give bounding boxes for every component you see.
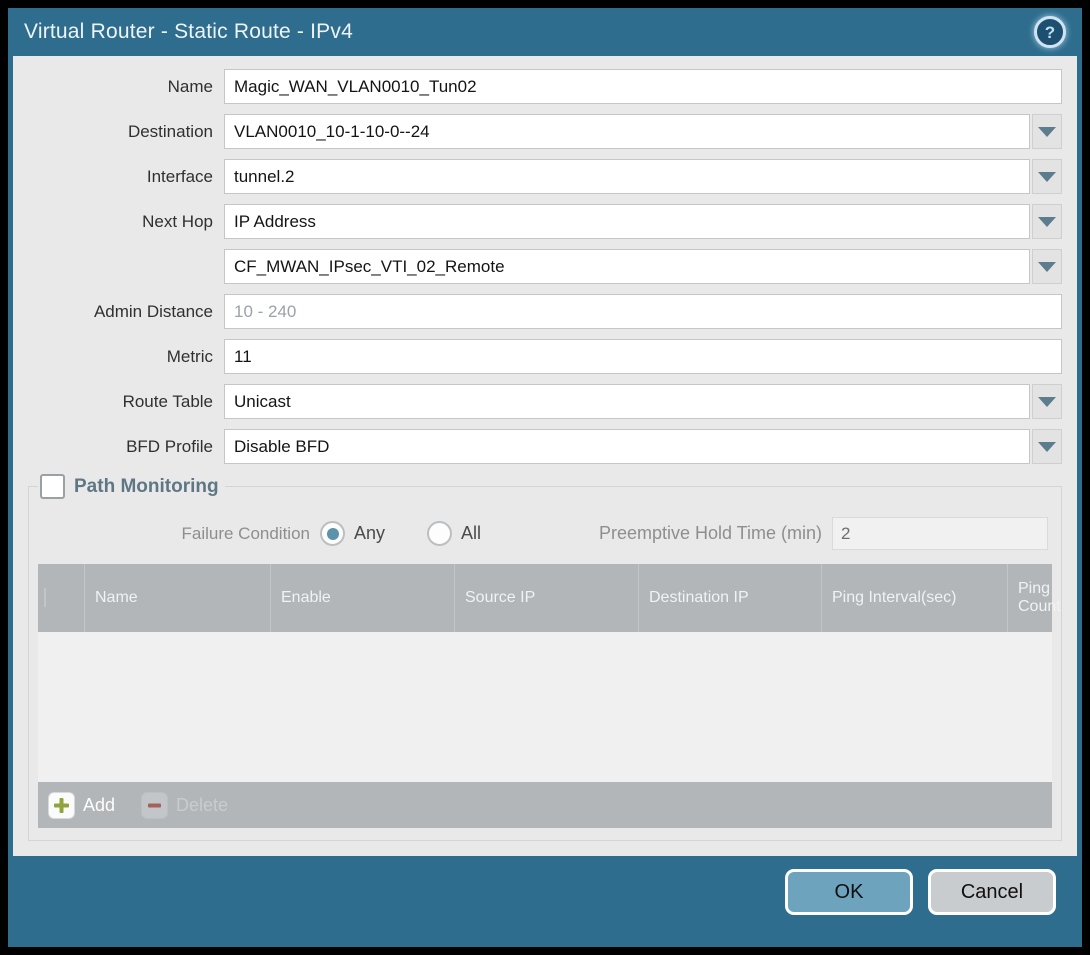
chevron-down-icon: [1038, 397, 1056, 407]
column-header-enable[interactable]: Enable: [271, 564, 455, 632]
failure-condition-row: Failure Condition Any All Preemptive Hol…: [38, 517, 1048, 550]
failure-condition-any-radio[interactable]: [320, 521, 345, 546]
dialog-window: Virtual Router - Static Route - IPv4 ? N…: [8, 8, 1082, 947]
path-monitoring-checkbox[interactable]: [40, 474, 65, 499]
failure-condition-label: Failure Condition: [38, 524, 320, 544]
next-hop-address-input[interactable]: [224, 249, 1030, 284]
route-table-input[interactable]: [224, 384, 1030, 419]
dialog-titlebar: Virtual Router - Static Route - IPv4 ?: [8, 8, 1082, 56]
dialog-title: Virtual Router - Static Route - IPv4: [24, 20, 1034, 44]
destination-label: Destination: [28, 122, 224, 142]
column-header-ping-interval[interactable]: Ping Interval(sec): [822, 564, 1008, 632]
form-row-route-table: Route Table: [28, 384, 1062, 419]
metric-label: Metric: [28, 347, 224, 367]
admin-distance-label: Admin Distance: [28, 302, 224, 322]
admin-distance-input[interactable]: [224, 294, 1062, 329]
column-header-ping-count[interactable]: Ping Count: [1008, 564, 1053, 632]
chevron-down-icon: [1038, 127, 1056, 137]
name-input[interactable]: [224, 69, 1062, 104]
dialog-footer: OK Cancel: [8, 856, 1082, 947]
route-table-label: Route Table: [28, 392, 224, 412]
select-all-header-cell: [38, 564, 85, 632]
route-table-combo: [224, 384, 1062, 419]
path-monitoring-table: Name Enable Source IP Destination IP Pin…: [38, 564, 1052, 632]
dialog-content: Name Destination Interface Next Hop: [13, 56, 1077, 856]
failure-condition-all-radio[interactable]: [427, 521, 452, 546]
failure-condition-all-label: All: [461, 523, 481, 544]
delete-button-label: Delete: [176, 795, 228, 816]
destination-dropdown-button[interactable]: [1032, 114, 1062, 149]
preemptive-hold-time-label: Preemptive Hold Time (min): [599, 523, 832, 544]
column-header-name[interactable]: Name: [85, 564, 271, 632]
form-row-admin-distance: Admin Distance: [28, 294, 1062, 329]
table-toolbar: Add Delete: [38, 782, 1052, 828]
interface-label: Interface: [28, 167, 224, 187]
chevron-down-icon: [1038, 217, 1056, 227]
bfd-profile-input[interactable]: [224, 429, 1030, 464]
chevron-down-icon: [1038, 442, 1056, 452]
add-button-label: Add: [83, 795, 115, 816]
form-row-name: Name: [28, 69, 1062, 104]
next-hop-type-dropdown-button[interactable]: [1032, 204, 1062, 239]
form-row-next-hop: Next Hop: [28, 204, 1062, 239]
ok-button[interactable]: OK: [785, 869, 913, 915]
path-monitoring-title: Path Monitoring: [74, 476, 219, 498]
next-hop-address-dropdown-button[interactable]: [1032, 249, 1062, 284]
chevron-down-icon: [1038, 172, 1056, 182]
next-hop-type-input[interactable]: [224, 204, 1030, 239]
minus-icon: [141, 792, 168, 819]
cancel-button[interactable]: Cancel: [928, 869, 1056, 915]
form-row-next-hop-address: [28, 249, 1062, 284]
destination-combo: [224, 114, 1062, 149]
next-hop-type-combo: [224, 204, 1062, 239]
bfd-profile-combo: [224, 429, 1062, 464]
add-button[interactable]: Add: [48, 792, 115, 819]
interface-input[interactable]: [224, 159, 1030, 194]
next-hop-label: Next Hop: [28, 212, 224, 232]
bfd-profile-label: BFD Profile: [28, 437, 224, 457]
delete-button[interactable]: Delete: [141, 792, 228, 819]
chevron-down-icon: [1038, 262, 1056, 272]
interface-combo: [224, 159, 1062, 194]
path-monitoring-legend: Path Monitoring: [38, 474, 225, 499]
table-header-row: Name Enable Source IP Destination IP Pin…: [38, 564, 1052, 632]
help-icon[interactable]: ?: [1034, 16, 1066, 48]
path-monitoring-section: Path Monitoring Failure Condition Any Al…: [28, 474, 1062, 841]
preemptive-hold-time-input[interactable]: [832, 517, 1048, 550]
plus-icon: [48, 792, 75, 819]
form-row-interface: Interface: [28, 159, 1062, 194]
select-all-checkbox[interactable]: [44, 588, 46, 607]
table-empty-body: [38, 632, 1052, 782]
radio-dot: [327, 528, 339, 540]
name-label: Name: [28, 77, 224, 97]
destination-input[interactable]: [224, 114, 1030, 149]
next-hop-address-combo: [224, 249, 1062, 284]
column-header-destination-ip[interactable]: Destination IP: [639, 564, 822, 632]
route-table-dropdown-button[interactable]: [1032, 384, 1062, 419]
bfd-profile-dropdown-button[interactable]: [1032, 429, 1062, 464]
form-row-destination: Destination: [28, 114, 1062, 149]
metric-input[interactable]: [224, 339, 1062, 374]
form-row-bfd-profile: BFD Profile: [28, 429, 1062, 464]
failure-condition-any-label: Any: [354, 523, 385, 544]
column-header-source-ip[interactable]: Source IP: [455, 564, 639, 632]
form-row-metric: Metric: [28, 339, 1062, 374]
interface-dropdown-button[interactable]: [1032, 159, 1062, 194]
